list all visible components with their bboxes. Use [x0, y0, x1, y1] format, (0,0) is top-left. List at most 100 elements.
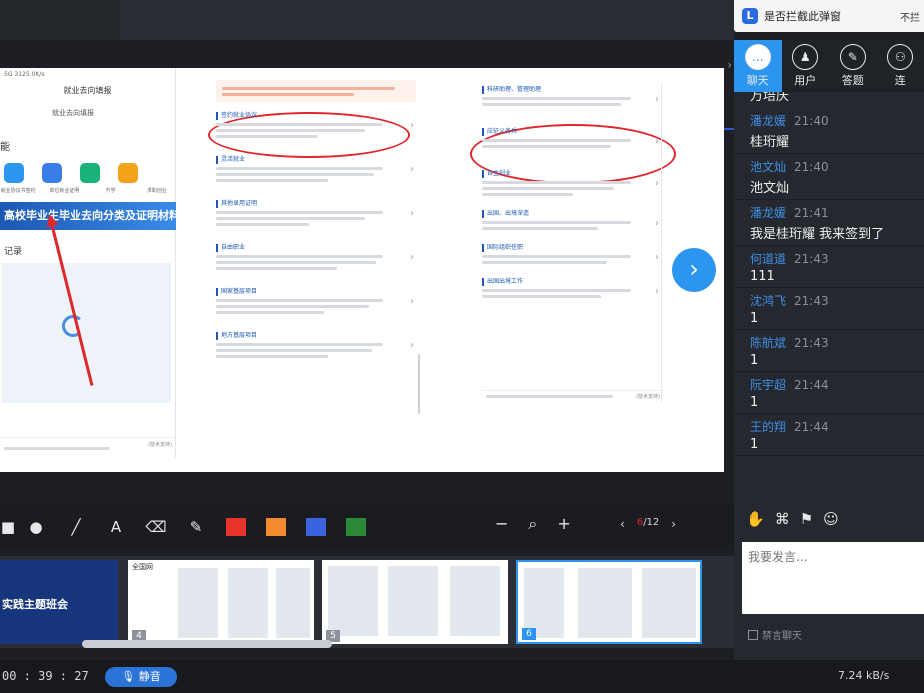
text-tool[interactable]: A	[96, 518, 136, 536]
chat-user-name[interactable]: 潘龙媛	[750, 206, 786, 220]
color-orange-swatch[interactable]	[266, 517, 286, 536]
popup-block-prompt[interactable]: L 是否拦截此弹窗 不拦	[734, 0, 924, 32]
tab-users[interactable]: ♟ 用户	[782, 40, 830, 92]
placeholder-text	[482, 227, 598, 230]
list-item-title: 自主创业	[482, 170, 647, 178]
employment-list-left: 签约就业协议 › 灵活就业 › 其他录用证明 › 自由职业 › 国家基层项目 ›…	[216, 80, 416, 430]
chat-user-name[interactable]: 何道道	[750, 252, 786, 266]
chat-message-text: 1	[750, 311, 759, 326]
flower-icon[interactable]: ⌘	[775, 510, 790, 536]
color-blue-swatch[interactable]	[306, 517, 326, 536]
job-icon	[118, 163, 138, 183]
list-item-title: 国际组织任职	[482, 244, 647, 252]
chat-message: 陈航斌 21:43 1	[734, 330, 924, 372]
phone-status-bar: 5G 3125.0K/s	[4, 71, 45, 78]
list-item[interactable]: 自由职业 ›	[216, 244, 416, 270]
color-red-swatch[interactable]	[226, 517, 246, 536]
phone-records-title: 记录	[4, 247, 23, 257]
emoji-icon[interactable]: ☺	[823, 510, 839, 536]
question-icon[interactable]: ⚑	[800, 510, 813, 536]
chevron-right-icon: ›	[655, 218, 659, 229]
list-scrollbar[interactable]	[418, 354, 420, 414]
chevron-right-icon: ›	[410, 208, 414, 219]
list-item[interactable]: 地方基层项目 ›	[216, 332, 416, 358]
page-next-button[interactable]: ›	[671, 517, 676, 531]
presentation-stage: › 5G 3125.0K/s 就业去向填报 就业去向填报 能 就业协议书签约 单…	[0, 40, 734, 490]
chat-user-name[interactable]: 池文灿	[750, 160, 786, 174]
tab-quiz[interactable]: ✎ 答题	[829, 40, 877, 92]
list-item-title: 自由职业	[216, 244, 402, 252]
classroom-app: L 是否拦截此弹窗 不拦 › 5G 3125.0K/s 就业去向填报 就业去向填…	[0, 0, 924, 693]
list-item[interactable]: 国际组织任职 ›	[482, 244, 661, 264]
list-item[interactable]: 出国出境工作 ›	[482, 278, 661, 298]
list-item[interactable]: 灵活就业 ›	[216, 156, 416, 182]
chat-message-text: 万培庆	[750, 92, 790, 104]
color-green-swatch[interactable]	[346, 517, 366, 536]
placeholder-text	[216, 311, 324, 314]
slide-next-button[interactable]: ›	[672, 248, 716, 292]
chat-message-text: 1	[750, 395, 759, 410]
chat-message: 潘龙媛 21:41 我是桂珩耀 我来签到了	[734, 200, 924, 246]
ban-chat-checkbox[interactable]	[748, 629, 758, 640]
chat-input[interactable]	[742, 542, 924, 614]
tab-connect[interactable]: ⚇ 连	[877, 40, 924, 92]
phone-title: 就业去向填报	[63, 86, 112, 95]
tab-chat[interactable]: … 聊天	[734, 40, 782, 92]
zoom-in-button[interactable]: +	[557, 514, 570, 534]
chevron-right-icon: ›	[410, 252, 414, 263]
list-item[interactable]: 应征义务兵 ›	[482, 128, 661, 148]
employment-list-right: 科研助理、管理助理 › 应征义务兵 › 自主创业 › 出国、出境深造 › 国际组…	[482, 82, 662, 402]
list-item[interactable]: 科研助理、管理助理 ›	[482, 86, 661, 106]
tab-label: 用户	[794, 74, 817, 87]
browser-logo-icon: L	[742, 8, 758, 24]
popup-block-button[interactable]: 不拦	[900, 9, 920, 24]
list-item[interactable]: 国家基层项目 ›	[216, 288, 416, 314]
ban-chat-toggle[interactable]: 禁言聊天	[748, 627, 802, 642]
chat-message: 阮宇超 21:44 1	[734, 372, 924, 414]
chat-user-name[interactable]: 阮宇超	[750, 378, 786, 392]
thumbnail-slide[interactable]: 实践主题班会	[0, 560, 118, 644]
chat-time: 21:44	[794, 378, 829, 392]
phone-icon-labels: 就业协议书签约 单位就业证明 升学 求职创业	[0, 187, 175, 194]
thumbnail-slide-active[interactable]: 6	[516, 560, 702, 644]
list-item[interactable]: 其他录用证明 ›	[216, 200, 416, 226]
raise-hand-icon[interactable]: ✋	[746, 510, 765, 536]
chat-user-name[interactable]: 潘龙媛	[750, 114, 786, 128]
placeholder-text	[216, 299, 384, 302]
mute-label: 静音	[138, 670, 161, 683]
thumbnail-scrollbar[interactable]	[82, 640, 332, 648]
page-indicator: 6/12	[637, 517, 659, 531]
thumbnail-content	[328, 566, 378, 636]
list-item-title: 出国出境工作	[482, 278, 647, 286]
zoom-out-button[interactable]: −	[495, 514, 508, 534]
list-item-title: 科研助理、管理助理	[482, 86, 647, 94]
highlighter-tool[interactable]: ✎	[176, 518, 216, 536]
list-item[interactable]: 出国、出境深造 ›	[482, 210, 661, 230]
page-prev-button[interactable]: ‹	[620, 517, 625, 531]
chat-message-text: 池文灿	[750, 181, 790, 196]
placeholder-text	[482, 261, 608, 264]
chat-message-text: 我是桂珩耀 我来签到了	[750, 227, 885, 242]
list-item[interactable]: 自主创业 ›	[482, 170, 661, 196]
thumbnail-slide[interactable]: 全国网 4	[128, 560, 314, 644]
list-item[interactable]: 签约就业协议 ›	[216, 112, 416, 138]
phone-icon-label: 单位就业证明	[49, 188, 80, 194]
study-icon	[80, 163, 100, 183]
circle-tool[interactable]: ●	[16, 518, 56, 536]
phone-banner: 高校毕业生毕业去向分类及证明材料	[0, 202, 180, 230]
thumbnail-title: 实践主题班会	[2, 598, 68, 611]
thumbnail-content	[388, 566, 438, 636]
collapse-panel-icon[interactable]: ›	[727, 58, 732, 72]
line-tool[interactable]: ╱	[56, 518, 96, 536]
chat-list[interactable]: 万培庆 潘龙媛 21:40 桂珩耀 池文灿 21:40 池文灿 潘龙媛 21:41 我…	[734, 92, 924, 500]
thumbnail-slide[interactable]: 5	[322, 560, 508, 644]
chat-user-name[interactable]: 沈鸿飞	[750, 294, 786, 308]
slide: 5G 3125.0K/s 就业去向填报 就业去向填报 能 就业协议书签约 单位就…	[0, 68, 724, 472]
zoom-icon[interactable]: ⌕	[528, 514, 537, 534]
mute-button[interactable]: 🎙 静音	[105, 667, 177, 687]
chat-user-name[interactable]: 陈航斌	[750, 336, 786, 350]
chat-user-name[interactable]: 王的翔	[750, 420, 786, 434]
rectangle-tool[interactable]: ■	[0, 518, 16, 536]
eraser-tool[interactable]: ⌫	[136, 518, 176, 536]
quiz-icon: ✎	[839, 44, 866, 70]
